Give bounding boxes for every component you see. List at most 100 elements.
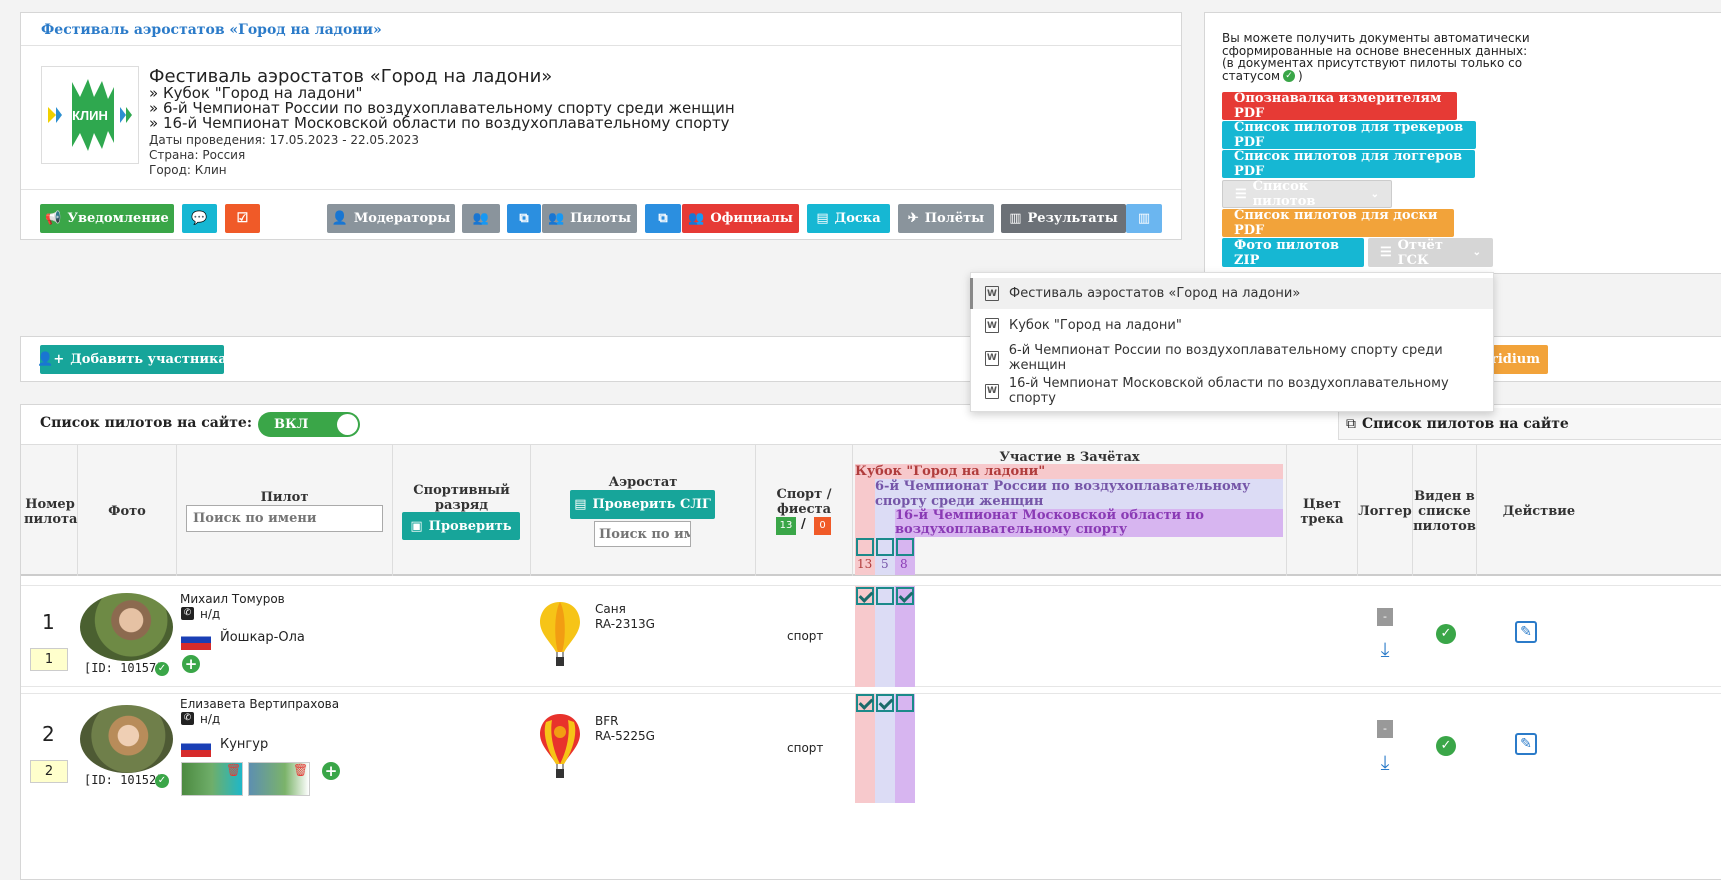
- results-button[interactable]: ▥ Результаты: [1001, 204, 1126, 233]
- pilot-number-badge[interactable]: 2: [30, 760, 68, 783]
- add-photo-icon[interactable]: +: [322, 762, 340, 780]
- pilot-name: Елизавета Вертипрахова: [180, 697, 340, 711]
- user-plus-icon: 👤+: [37, 352, 65, 367]
- fiesta-count-badge: 0: [814, 517, 831, 535]
- row-1-comp-1[interactable]: [856, 587, 874, 605]
- megaphone-icon: 📢: [45, 211, 62, 226]
- header-competitions: Участие в Зачётах: [999, 450, 1140, 465]
- row-2-comp-1[interactable]: [856, 694, 874, 712]
- row-1-comp-3[interactable]: [896, 587, 914, 605]
- results-chart-button[interactable]: ▥: [1126, 204, 1162, 233]
- copy-officials-button[interactable]: ⧉: [645, 204, 681, 233]
- avatar: [80, 593, 173, 661]
- event-dates: Даты проведения: 17.05.2023 - 22.05.2023: [149, 133, 420, 147]
- moderators-button[interactable]: 👤 Модераторы: [327, 204, 455, 233]
- phone-icon: ✆: [181, 712, 194, 725]
- tasks-button[interactable]: ☑: [225, 204, 260, 233]
- visible-check-icon: ✓: [1436, 624, 1456, 644]
- logo-text: КЛИН: [72, 108, 108, 123]
- trackers-pdf-button[interactable]: Список пилотов для трекеров PDF: [1222, 120, 1476, 150]
- russia-flag-icon: [181, 630, 211, 650]
- check-slg-button[interactable]: ▤ Проверить СЛГ: [570, 490, 715, 519]
- chat-icon: 💬: [191, 211, 208, 226]
- pilot-number: 2: [42, 722, 55, 746]
- comp-2-label: 6-й Чемпионат России по воздухоплаватель…: [875, 479, 1283, 509]
- comp-1-label: Кубок "Город на ладони": [855, 464, 1283, 479]
- header-logger: Логгер: [1358, 504, 1412, 519]
- pilot-list-toggle[interactable]: ВКЛ: [258, 412, 360, 437]
- photos-zip-button[interactable]: Фото пилотов ZIP: [1222, 238, 1364, 268]
- board-icon: ▤: [574, 497, 587, 512]
- phone-icon: ✆: [181, 607, 194, 620]
- add-participant-button[interactable]: 👤+ Добавить участника: [37, 345, 227, 374]
- balloon-icon: [540, 602, 580, 666]
- checkbox-icon: ☑: [236, 211, 249, 226]
- pilots-list-dropdown[interactable]: ☰ Список пилотов ⌄: [1222, 179, 1392, 209]
- gsk-menu-item-2[interactable]: W Кубок "Город на ладони": [973, 310, 1493, 341]
- docs-info: Вы можете получить документы автоматичес…: [1222, 31, 1530, 83]
- header-visible: Виден в списке пилотов: [1413, 489, 1476, 534]
- copy-pilots-button[interactable]: ⧉: [507, 204, 541, 233]
- board-button[interactable]: ▤ Доска: [807, 204, 890, 233]
- pilot-name: Михаил Томуров: [180, 592, 285, 606]
- comp-3-select-all[interactable]: [896, 538, 914, 556]
- trash-icon[interactable]: 🗑: [226, 763, 241, 777]
- gsk-report-dropdown[interactable]: ☰ Отчёт ГСК ⌄: [1368, 238, 1493, 268]
- chat-button[interactable]: 💬: [182, 204, 217, 233]
- comp-1-select-all[interactable]: [856, 538, 874, 556]
- row-2-comp-3[interactable]: [896, 694, 914, 712]
- bar-chart-icon: ▥: [1009, 211, 1022, 226]
- users-icon: 👥: [688, 211, 705, 226]
- trash-icon[interactable]: 🗑: [293, 763, 308, 777]
- chevron-down-icon: ⌄: [1370, 188, 1379, 200]
- pilot-phone: н/д: [200, 607, 221, 621]
- event-header-link[interactable]: Фестиваль аэростатов «Город на ладони»: [41, 22, 382, 38]
- external-link-icon: ⧉: [1346, 415, 1356, 432]
- avatar: [80, 705, 173, 773]
- event-sub-3: » 16-й Чемпионат Московской области по в…: [149, 114, 730, 132]
- add-photo-icon[interactable]: +: [182, 655, 200, 673]
- pilot-number-badge[interactable]: 1: [30, 648, 68, 671]
- group-button[interactable]: 👥: [462, 204, 500, 233]
- pilots-button[interactable]: 👥 Пилоты: [542, 204, 637, 233]
- gsk-menu-item-3[interactable]: W 6-й Чемпионат России по воздухоплавател…: [973, 342, 1493, 374]
- balloon-name: BFR: [595, 714, 619, 728]
- gsk-menu-item-4[interactable]: W 16-й Чемпионат Московской области по во…: [973, 375, 1493, 407]
- user-tie-icon: 👤: [331, 211, 348, 226]
- balloon-search-input[interactable]: [594, 521, 691, 547]
- row-2-comp-2[interactable]: [876, 694, 894, 712]
- header-photo: Фото: [108, 504, 146, 519]
- bar-chart-icon: ▥: [1137, 211, 1151, 226]
- board-pdf-button[interactable]: Список пилотов для доски PDF: [1222, 208, 1454, 238]
- pilot-type: спорт: [787, 629, 824, 643]
- iridium-button[interactable]: ridium: [1488, 345, 1548, 374]
- pilot-type: спорт: [787, 741, 824, 755]
- comp-2-select-all[interactable]: [876, 538, 894, 556]
- row-1-comp-2[interactable]: [876, 587, 894, 605]
- flights-button[interactable]: ✈ Полёты: [898, 204, 994, 233]
- loggers-pdf-button[interactable]: Список пилотов для логгеров PDF: [1222, 149, 1475, 179]
- check-rank-button[interactable]: ▣ Проверить: [402, 512, 520, 540]
- header-track-color: Цвет трека: [1300, 497, 1344, 527]
- pilot-list-link[interactable]: ⧉ Список пилотов на сайте: [1338, 408, 1721, 440]
- download-icon[interactable]: ⤓: [1374, 638, 1396, 660]
- visible-check-icon: ✓: [1436, 736, 1456, 756]
- notify-button[interactable]: 📢 Уведомление: [40, 204, 174, 233]
- comp-3-label: 16-й Чемпионат Московской области по воз…: [895, 509, 1283, 537]
- officials-button[interactable]: 👥 Официалы: [682, 204, 799, 233]
- word-doc-icon: W: [985, 318, 999, 333]
- edit-icon[interactable]: ✎: [1515, 621, 1537, 643]
- gsk-menu-item-1[interactable]: W Фестиваль аэростатов «Город на ладони»: [973, 278, 1493, 309]
- pilot-id: [ID: 10157]: [84, 661, 164, 675]
- header-number: Номер пилота: [24, 497, 78, 527]
- users-icon: 👥: [472, 211, 490, 226]
- list-icon: ☰: [1380, 245, 1392, 260]
- download-icon[interactable]: ⤓: [1374, 751, 1396, 773]
- balloon-reg: RA-5225G: [595, 729, 655, 743]
- event-city: Город: Клин: [149, 163, 227, 177]
- edit-icon[interactable]: ✎: [1515, 733, 1537, 755]
- measurers-pdf-button[interactable]: Опознавалка измерителям PDF: [1222, 91, 1457, 121]
- pilot-search-input[interactable]: [186, 505, 383, 532]
- word-doc-icon: W: [985, 286, 999, 301]
- header-action: Действие: [1502, 504, 1576, 519]
